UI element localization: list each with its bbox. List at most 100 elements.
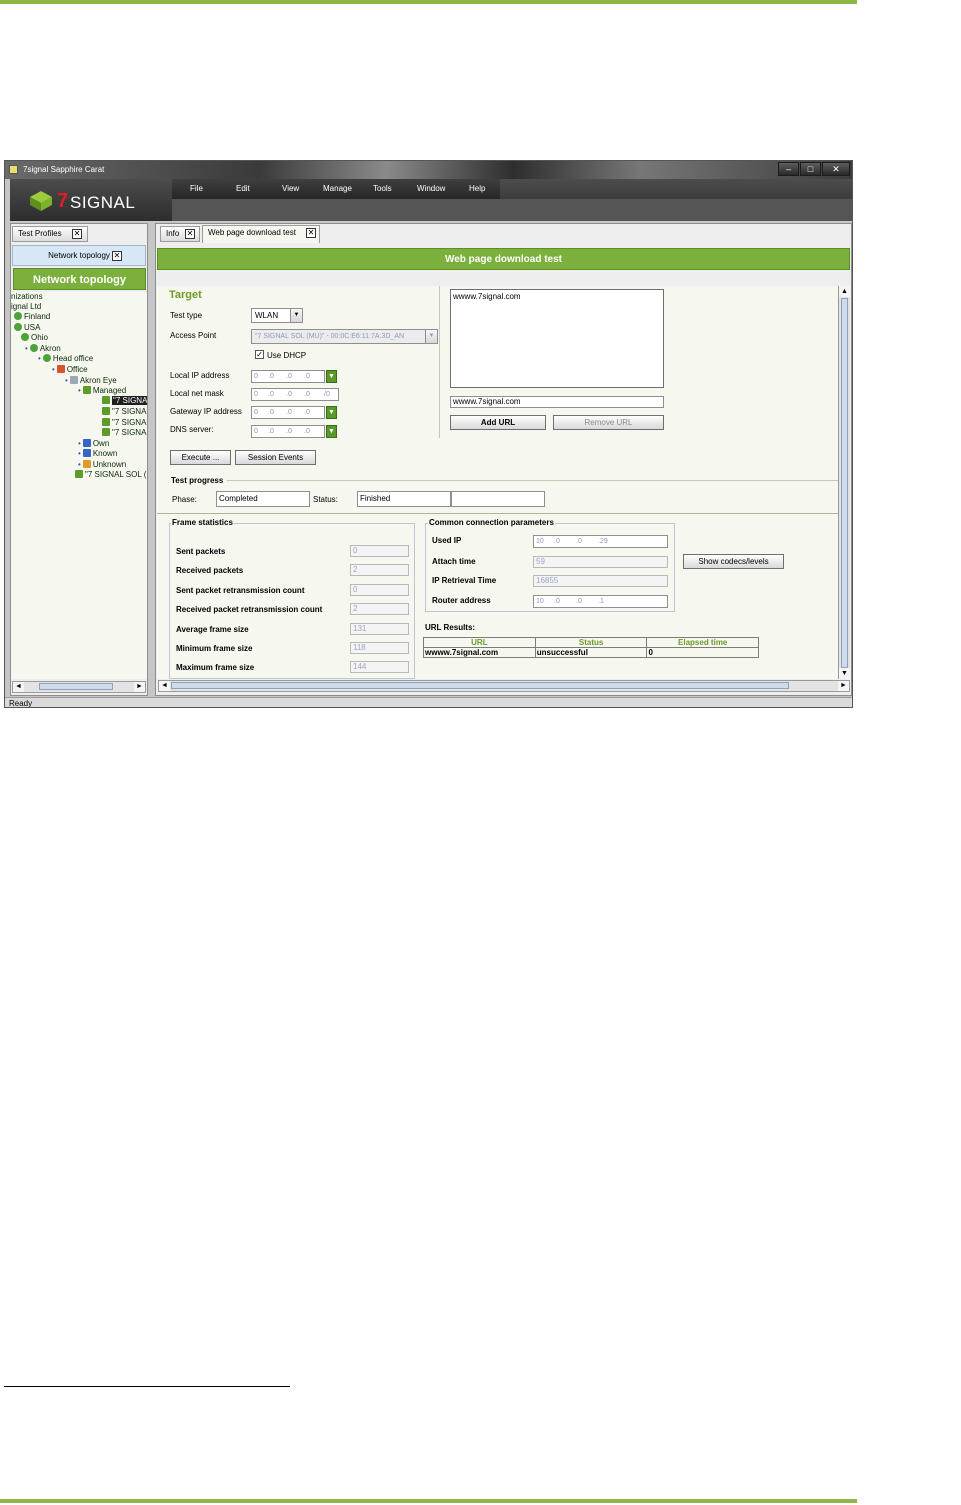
gateway-ip-field[interactable]: 0 .0 .0 .0 [251, 406, 325, 419]
chevron-down-icon[interactable]: ▼ [290, 309, 302, 322]
tree-node[interactable]: Ohio [21, 333, 48, 343]
maximize-button[interactable]: □ [800, 162, 821, 176]
local-ip-label: Local IP address [170, 371, 230, 380]
show-codecs-button[interactable]: Show codecs/levels [683, 554, 784, 569]
menu-tools[interactable]: Tools [373, 184, 392, 193]
scroll-left-icon[interactable]: ◄ [159, 681, 170, 691]
tree-node-label: "7 SIGNA [112, 407, 147, 416]
tree-node-selected[interactable]: "7 SIGNA [102, 396, 147, 406]
tree-node[interactable]: • Office [52, 365, 88, 375]
expand-handle-icon[interactable]: • [78, 439, 81, 448]
app-header: 7 SIGNAL File Edit View Manage Tools Win… [10, 179, 852, 221]
title-bar[interactable]: 7signal Sapphire Carat ‒ □ ✕ [5, 161, 852, 179]
ip-octet: .0 [304, 428, 310, 435]
tab-web-page-download-test[interactable]: Web page download test ✕ [202, 225, 320, 243]
tab-info[interactable]: Info ✕ [160, 226, 200, 242]
scroll-down-icon[interactable]: ▼ [839, 668, 850, 679]
tab-network-topology[interactable]: Network topology ✕ [12, 245, 146, 266]
test-type-select[interactable]: WLAN ▼ [251, 308, 303, 323]
tree-node[interactable]: • Unknown [78, 460, 126, 470]
tree-node[interactable]: "7 SIGNA [102, 407, 146, 417]
close-icon[interactable]: ✕ [306, 228, 316, 238]
close-button[interactable]: ✕ [822, 162, 850, 176]
expand-handle-icon[interactable]: • [52, 365, 55, 374]
frame-stat-value: 2 [350, 564, 409, 576]
globe-icon [29, 344, 38, 352]
expand-handle-icon[interactable]: • [38, 354, 41, 363]
column-header-elapsed[interactable]: Elapsed time [646, 637, 759, 648]
left-pane: Test Profiles ✕ Network topology ✕ Netwo… [10, 223, 148, 696]
expand-handle-icon[interactable]: • [65, 376, 68, 385]
menu-manage[interactable]: Manage [323, 184, 352, 193]
column-header-status[interactable]: Status [534, 637, 648, 648]
scroll-thumb[interactable] [841, 298, 848, 668]
add-url-button[interactable]: Add URL [450, 415, 546, 430]
tree-node[interactable]: • Akron Eye [65, 376, 117, 386]
expand-handle-icon[interactable]: • [78, 386, 81, 395]
chevron-down-icon[interactable]: ▼ [425, 330, 437, 343]
section-divider [157, 513, 838, 514]
menu-edit[interactable]: Edit [236, 184, 250, 193]
url-input[interactable]: wwww.7signal.com [450, 396, 664, 408]
local-net-mask-field[interactable]: 0 .0 .0 .0 /0 [251, 388, 339, 401]
tree-node[interactable]: • Head office [38, 354, 93, 364]
remove-url-button[interactable]: Remove URL [553, 415, 664, 430]
access-point-select[interactable]: "7 SIGNAL SOL (MU)" - 00:0C:E6:11:7A:3D_… [251, 329, 438, 344]
table-row[interactable]: wwww.7signal.com unsuccessful 0 [423, 647, 759, 658]
right-vertical-scrollbar[interactable]: ▲ ▼ [838, 286, 850, 679]
tree-node[interactable]: USA [14, 323, 40, 333]
scroll-right-icon[interactable]: ► [838, 681, 849, 691]
scroll-up-icon[interactable]: ▲ [839, 286, 850, 297]
session-events-button[interactable]: Session Events [235, 450, 316, 465]
scroll-thumb[interactable] [39, 683, 113, 690]
network-topology-banner: Network topology [13, 268, 146, 290]
tree-node-label: USA [24, 323, 41, 332]
column-header-url[interactable]: URL [423, 637, 536, 648]
tree-node-label: ignal Ltd [11, 302, 42, 311]
close-icon[interactable]: ✕ [72, 229, 82, 239]
tree-node[interactable]: nizations [11, 292, 43, 302]
chevron-down-icon[interactable]: ▼ [326, 370, 337, 383]
frame-stat-label: Minimum frame size [176, 644, 253, 653]
minimize-button[interactable]: ‒ [778, 162, 799, 176]
menu-window[interactable]: Window [417, 184, 445, 193]
globe-icon [42, 354, 51, 362]
chevron-down-icon[interactable]: ▼ [326, 406, 337, 419]
close-icon[interactable]: ✕ [112, 251, 122, 261]
right-horizontal-scrollbar[interactable]: ◄ ► [158, 680, 850, 692]
tree-node[interactable]: • Known [78, 449, 117, 459]
access-point-value: "7 SIGNAL SOL (MU)" - 00:0C:E6:11:7A:3D_… [255, 333, 405, 340]
local-ip-field[interactable]: 0 .0 .0 .0 [251, 370, 325, 383]
dns-server-field[interactable]: 0 .0 .0 .0 [251, 425, 325, 438]
scroll-left-icon[interactable]: ◄ [13, 682, 24, 692]
expand-handle-icon[interactable]: • [78, 460, 81, 469]
url-list-item[interactable]: wwww.7signal.com [453, 292, 661, 301]
chevron-down-icon[interactable]: ▼ [326, 425, 337, 438]
tree-node[interactable]: • Own [78, 439, 109, 449]
tree-node[interactable]: Finland [14, 312, 50, 322]
tree-node-label: Managed [92, 386, 127, 395]
use-dhcp-checkbox[interactable]: ✓ [255, 350, 264, 359]
expand-handle-icon[interactable]: • [78, 449, 81, 458]
left-horizontal-scrollbar[interactable]: ◄ ► [12, 681, 146, 693]
tree-node[interactable]: "7 SIGNA [102, 418, 146, 428]
tree-node[interactable]: "7 SIGNAL SOL ( [75, 470, 146, 480]
tree-node[interactable]: • Akron [25, 344, 61, 354]
expand-handle-icon[interactable]: • [25, 344, 28, 353]
menu-view[interactable]: View [282, 184, 299, 193]
tree-node[interactable]: "7 SIGNA [102, 428, 146, 438]
tree-node-label: "7 SIGNA [112, 396, 147, 405]
topology-tree[interactable]: nizations ignal Ltd Finland USA Ohio • Ak… [11, 292, 147, 679]
menu-help[interactable]: Help [469, 184, 485, 193]
tree-node-label: Ohio [31, 333, 48, 342]
execute-button[interactable]: Execute ... [170, 450, 231, 465]
scroll-thumb[interactable] [171, 682, 789, 689]
url-list[interactable]: wwww.7signal.com [450, 289, 664, 388]
scroll-right-icon[interactable]: ► [134, 682, 145, 692]
menu-file[interactable]: File [190, 184, 203, 193]
tab-test-profiles[interactable]: Test Profiles ✕ [12, 226, 88, 242]
tree-node[interactable]: ignal Ltd [11, 302, 41, 312]
tree-node[interactable]: • Managed [78, 386, 126, 396]
close-icon[interactable]: ✕ [185, 229, 195, 239]
eye-device-icon [69, 376, 78, 384]
